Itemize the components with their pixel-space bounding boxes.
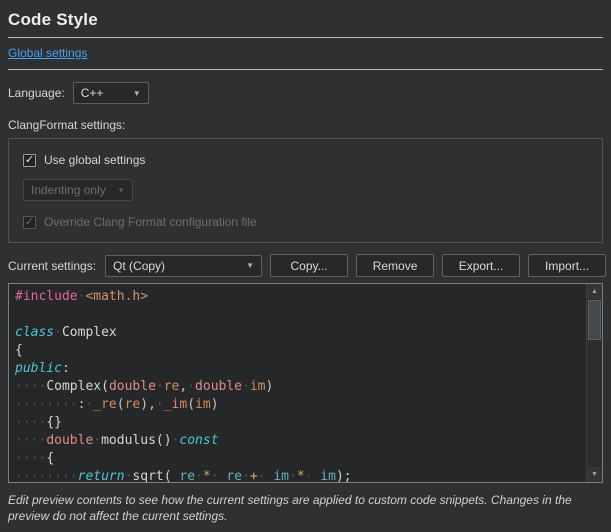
footer-hint-text: Edit preview contents to see how the cur… xyxy=(8,490,603,524)
code-line[interactable]: class·Complex xyxy=(15,324,586,342)
code-style-settings-page: Code Style Global settings Language: C++… xyxy=(0,0,611,532)
global-settings-link[interactable]: Global settings xyxy=(8,46,87,60)
link-separator xyxy=(8,69,603,70)
scroll-up-button[interactable]: ▲ xyxy=(587,284,602,299)
scroll-down-button[interactable]: ▼ xyxy=(587,467,602,482)
use-global-settings-label: Use global settings xyxy=(44,153,145,167)
language-combo-value: C++ xyxy=(81,86,104,100)
page-title: Code Style xyxy=(8,10,603,30)
current-settings-combo-value: Qt (Copy) xyxy=(113,259,165,273)
clangformat-settings-label: ClangFormat settings: xyxy=(8,118,603,132)
code-line[interactable]: { xyxy=(15,342,586,360)
code-line[interactable]: ········:·_re(re),·_im(im) xyxy=(15,396,586,414)
code-line[interactable]: public: xyxy=(15,360,586,378)
code-line[interactable]: ····double·modulus()·const xyxy=(15,432,586,450)
import-button[interactable]: Import... xyxy=(528,254,606,277)
export-button[interactable]: Export... xyxy=(442,254,520,277)
code-line[interactable]: ····Complex(double·re,·double·im) xyxy=(15,378,586,396)
scrollbar-thumb[interactable] xyxy=(588,300,601,340)
clangformat-groupbox: ✓ Use global settings Indenting only ▼ ✓… xyxy=(8,138,603,243)
current-settings-combo[interactable]: Qt (Copy) ▼ xyxy=(105,255,262,277)
title-separator xyxy=(8,37,603,38)
override-clang-format-label: Override Clang Format configuration file xyxy=(44,215,257,229)
code-preview-editor[interactable]: #include·<math.h>class·Complex{public:··… xyxy=(8,283,603,483)
language-label: Language: xyxy=(8,86,65,100)
override-clang-format-checkbox: ✓ Override Clang Format configuration fi… xyxy=(23,215,588,229)
checkbox-icon: ✓ xyxy=(23,154,36,167)
use-global-settings-checkbox[interactable]: ✓ Use global settings xyxy=(23,153,588,167)
code-area[interactable]: #include·<math.h>class·Complex{public:··… xyxy=(9,284,586,482)
formatting-mode-combo: Indenting only ▼ xyxy=(23,179,133,201)
code-line[interactable] xyxy=(15,306,586,324)
code-line[interactable]: ········return·sqrt(_re·*·_re·+·_im·*·_i… xyxy=(15,468,586,482)
current-settings-label: Current settings: xyxy=(8,259,96,273)
language-row: Language: C++ ▼ xyxy=(8,82,603,104)
chevron-down-icon: ▼ xyxy=(117,186,125,195)
chevron-down-icon: ▼ xyxy=(133,89,141,98)
language-combo[interactable]: C++ ▼ xyxy=(73,82,149,104)
vertical-scrollbar[interactable]: ▲ ▼ xyxy=(586,284,602,482)
copy-button[interactable]: Copy... xyxy=(270,254,348,277)
code-line[interactable]: ····{ xyxy=(15,450,586,468)
code-line[interactable]: ····{} xyxy=(15,414,586,432)
current-settings-row: Current settings: Qt (Copy) ▼ Copy... Rem… xyxy=(8,254,603,277)
chevron-down-icon: ▼ xyxy=(246,261,254,270)
remove-button[interactable]: Remove xyxy=(356,254,434,277)
checkbox-icon: ✓ xyxy=(23,216,36,229)
formatting-mode-value: Indenting only xyxy=(31,183,106,197)
code-line[interactable]: #include·<math.h> xyxy=(15,288,586,306)
